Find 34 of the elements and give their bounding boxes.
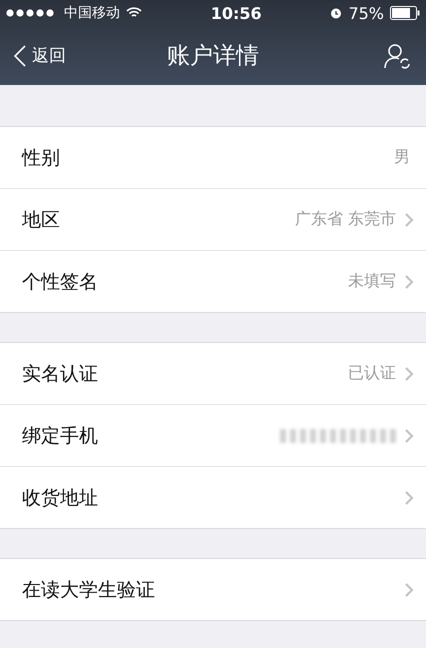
row-label: 在读大学生验证	[22, 578, 156, 602]
chevron-icon	[404, 428, 414, 444]
row-value: 广东省 东莞市	[294, 209, 396, 230]
row-label: 性别	[22, 146, 61, 170]
battery-icon	[390, 6, 420, 20]
alarm-icon	[330, 7, 342, 19]
row-value: 男	[394, 147, 410, 168]
row-label: 地区	[22, 208, 61, 232]
chevron-icon	[404, 274, 414, 290]
page-title: 账户详情	[167, 42, 259, 71]
settings-row[interactable]: 个性签名 未填写	[0, 250, 426, 312]
row-label: 绑定手机	[22, 424, 99, 448]
user-sync-icon[interactable]	[384, 42, 412, 68]
carrier-name: 中国移动	[64, 4, 120, 22]
battery-percent: 75%	[348, 4, 384, 22]
settings-row[interactable]: 绑定手机	[0, 404, 426, 466]
row-label: 收货地址	[22, 486, 99, 510]
settings-row[interactable]: 收货地址	[0, 466, 426, 528]
row-value: 未填写	[348, 271, 396, 292]
back-button[interactable]: 返回	[14, 44, 66, 67]
chevron-icon	[404, 366, 414, 382]
chevron-icon	[404, 212, 414, 228]
row-value: 已认证	[348, 363, 396, 384]
chevron-icon	[404, 490, 414, 506]
wifi-icon	[126, 7, 142, 19]
settings-row[interactable]: 在读大学生验证	[0, 559, 426, 620]
status-time: 10:56	[210, 4, 263, 22]
settings-row[interactable]: 性别 男	[0, 127, 426, 188]
chevron-icon	[404, 582, 414, 598]
settings-row[interactable]: 实名认证 已认证	[0, 343, 426, 404]
settings-row[interactable]: 地区 广东省 东莞市	[0, 188, 426, 250]
row-label: 个性签名	[22, 270, 99, 294]
row-label: 实名认证	[22, 362, 99, 386]
back-chevron-icon	[14, 44, 26, 66]
